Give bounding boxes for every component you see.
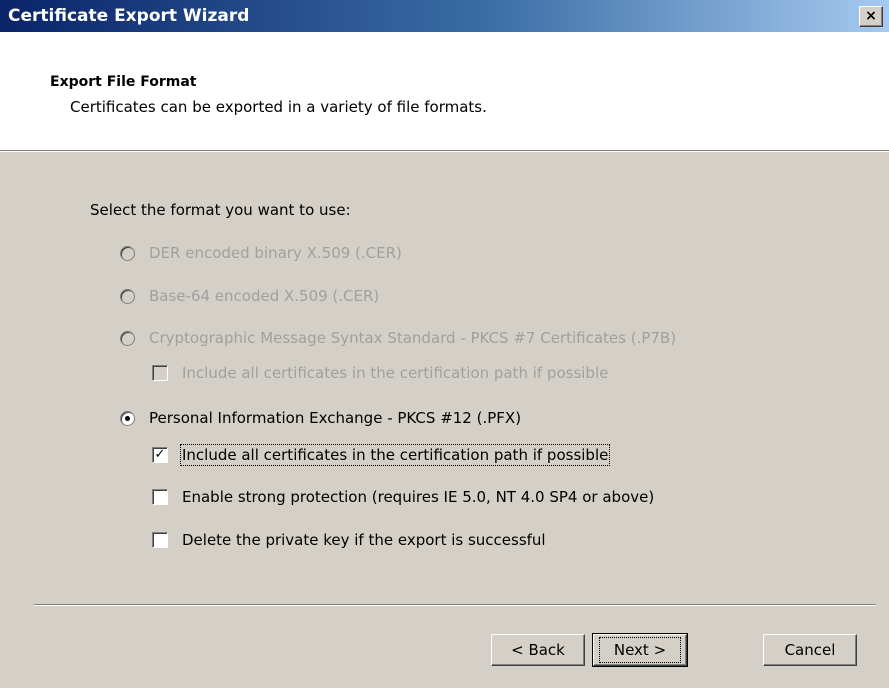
- radio-base64[interactable]: [120, 288, 135, 304]
- page-subtitle: Certificates can be exported in a variet…: [70, 98, 487, 116]
- close-icon: ×: [865, 8, 877, 24]
- radio-pfx[interactable]: [120, 410, 135, 426]
- wizard-header: Export File Format Certificates can be e…: [0, 32, 889, 150]
- page-title: Export File Format: [50, 74, 197, 90]
- back-button[interactable]: < Back: [491, 634, 585, 666]
- checkbox-pfx-include-all-option[interactable]: ✓ Include all certificates in the certif…: [152, 444, 611, 466]
- radio-pfx-option[interactable]: Personal Information Exchange - PKCS #12…: [120, 409, 521, 427]
- checkbox-delete-private-key-label: Delete the private key if the export is …: [182, 531, 546, 549]
- header-divider: [0, 150, 889, 152]
- cancel-button[interactable]: Cancel: [763, 634, 857, 666]
- radio-p7b[interactable]: [120, 330, 135, 346]
- footer-divider: [34, 604, 876, 606]
- checkbox-p7b-include-all-label: Include all certificates in the certific…: [182, 364, 609, 382]
- title-bar: Certificate Export Wizard ×: [0, 0, 889, 32]
- next-button-label: Next >: [598, 637, 682, 663]
- radio-der-label: DER encoded binary X.509 (.CER): [149, 244, 402, 262]
- window-title: Certificate Export Wizard: [8, 6, 250, 26]
- checkmark-icon: ✓: [154, 447, 166, 462]
- checkbox-strong-protection-option[interactable]: Enable strong protection (requires IE 5.…: [152, 488, 654, 506]
- radio-base64-label: Base-64 encoded X.509 (.CER): [149, 287, 380, 305]
- radio-der-option[interactable]: DER encoded binary X.509 (.CER): [120, 244, 402, 262]
- checkbox-pfx-include-all[interactable]: ✓: [152, 447, 168, 463]
- checkbox-strong-protection[interactable]: [152, 489, 168, 505]
- checkbox-delete-private-key-option[interactable]: Delete the private key if the export is …: [152, 531, 546, 549]
- next-button[interactable]: Next >: [592, 633, 688, 667]
- certificate-export-wizard-window: Certificate Export Wizard × Export File …: [0, 0, 889, 688]
- radio-selected-dot: [125, 415, 130, 421]
- checkbox-strong-protection-label: Enable strong protection (requires IE 5.…: [182, 488, 655, 506]
- radio-p7b-label: Cryptographic Message Syntax Standard - …: [149, 329, 677, 347]
- checkbox-p7b-include-all[interactable]: [152, 365, 168, 381]
- format-prompt: Select the format you want to use:: [90, 201, 351, 219]
- radio-pfx-label: Personal Information Exchange - PKCS #12…: [149, 409, 522, 427]
- radio-p7b-option[interactable]: Cryptographic Message Syntax Standard - …: [120, 329, 676, 347]
- radio-base64-option[interactable]: Base-64 encoded X.509 (.CER): [120, 287, 379, 305]
- close-button[interactable]: ×: [859, 6, 883, 27]
- radio-der[interactable]: [120, 245, 135, 261]
- checkbox-delete-private-key[interactable]: [152, 532, 168, 548]
- checkbox-p7b-include-all-option[interactable]: Include all certificates in the certific…: [152, 364, 608, 382]
- checkbox-pfx-include-all-label: Include all certificates in the certific…: [179, 444, 611, 466]
